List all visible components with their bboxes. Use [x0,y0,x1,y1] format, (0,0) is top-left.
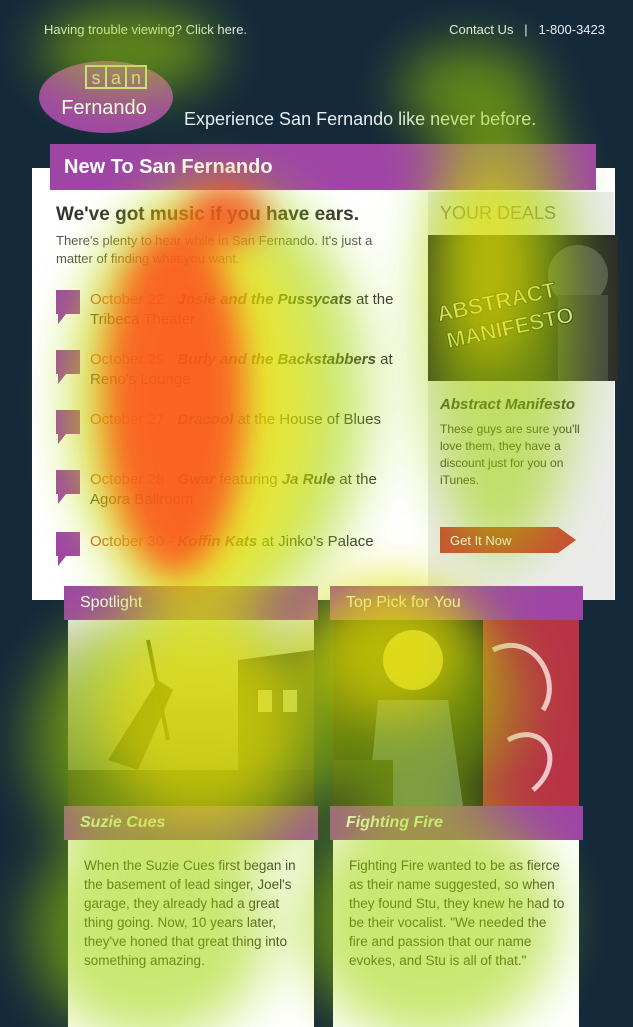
event-flag-icon [56,532,80,566]
suzie-cues-body: When the Suzie Cues first began in the b… [68,840,314,1027]
deals-title: YOUR DEALS [440,203,557,223]
music-subheading: There's plenty to hear while in San Fern… [56,233,373,266]
suzie-cues-header: Suzie Cues [64,806,318,840]
event-flag-icon [56,410,80,444]
event-item[interactable]: October 28 - Gwar featuring Ja Rule at t… [56,470,396,520]
event-text: October 30 - Koffin Kats at Jinko's Pala… [90,533,374,550]
svg-text:Fernando: Fernando [61,97,147,119]
event-text: October 27 - Dracool at the House of Blu… [90,411,381,428]
deals-image[interactable]: ABSTRACT MANIFESTO [428,235,618,381]
svg-text:s: s [92,68,101,88]
fighting-fire-body: Fighting Fire wanted to be as fierce as … [333,840,579,1027]
event-text: October 22 - Josie and the Pussycats at … [90,291,394,328]
top-bar: Having trouble viewing? Click here. Cont… [0,0,633,55]
contact-link[interactable]: Contact Us | 1-800-3423 [449,22,605,37]
event-flag-icon [56,350,80,384]
section-bar-new-to: New To San Fernando [50,144,596,190]
deal-description: These guys are sure you'll love them, th… [440,422,580,487]
spotlight-image[interactable] [68,620,314,806]
spotlight-header: Spotlight [64,586,318,620]
event-item[interactable]: October 27 - Dracool at the House of Blu… [56,410,396,460]
email-page: Having trouble viewing? Click here. Cont… [0,0,633,1027]
event-item[interactable]: October 25 - Burly and the Backstabbers … [56,350,396,400]
event-item[interactable]: October 22 - Josie and the Pussycats at … [56,290,396,340]
event-text: October 25 - Burly and the Backstabbers … [90,351,393,388]
top-pick-header: Top Pick for You [330,586,583,620]
fighting-fire-header: Fighting Fire [330,806,583,840]
music-heading: We've got music if you have ears. [56,204,359,225]
event-flag-icon [56,290,80,324]
event-text: October 28 - Gwar featuring Ja Rule at t… [90,471,377,508]
svg-text:n: n [131,68,141,88]
event-item[interactable]: October 30 - Koffin Kats at Jinko's Pala… [56,532,396,582]
logo[interactable]: s a n Fernando [38,60,174,134]
svg-text:a: a [111,68,122,88]
top-pick-image[interactable] [333,620,579,806]
tagline: Experience San Fernando like never befor… [184,109,537,129]
get-it-now-button[interactable]: Get It Now [440,527,576,553]
get-it-now-label: Get It Now [450,532,512,548]
view-online-link[interactable]: Having trouble viewing? Click here. [44,22,247,37]
event-flag-icon [56,470,80,504]
deal-name: Abstract Manifesto [440,396,576,413]
